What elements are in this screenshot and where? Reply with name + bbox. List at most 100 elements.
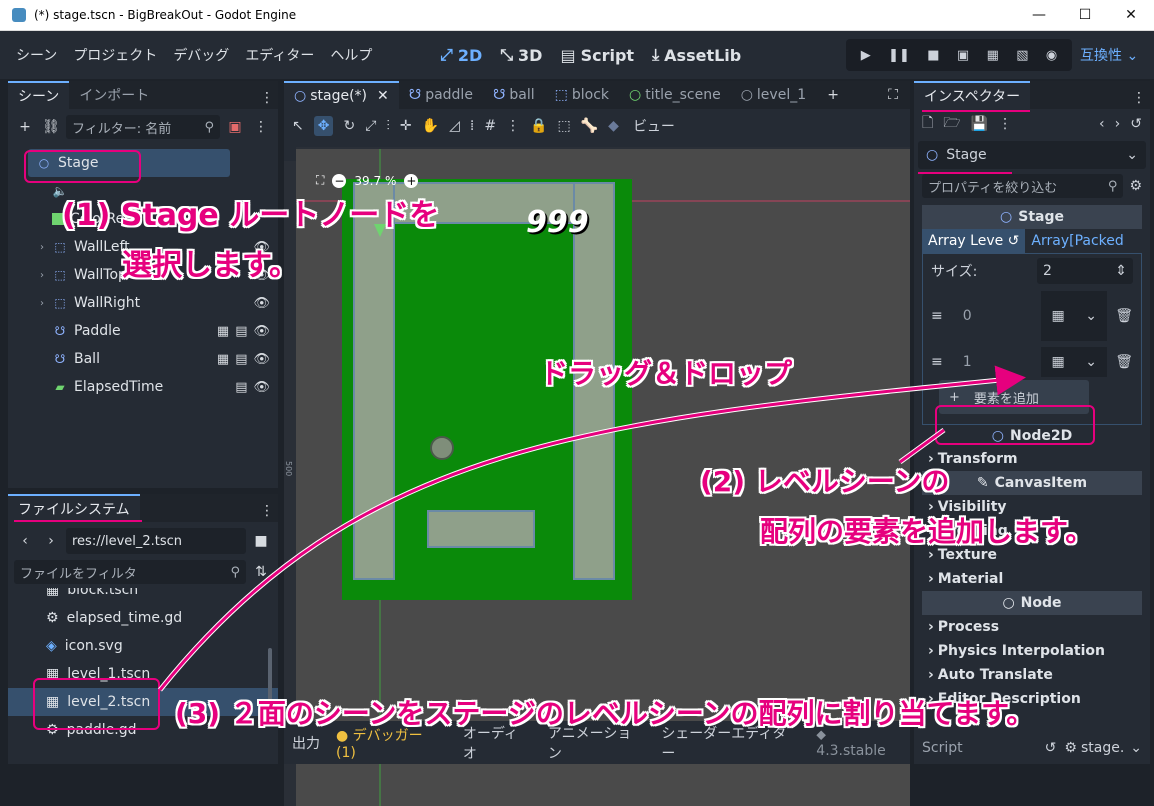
zoom-in-icon[interactable]: +	[404, 173, 419, 188]
scene-filter-input[interactable]: フィルター: 名前 ⚲	[66, 115, 220, 139]
section-canvasitem[interactable]: ✎ CanvasItem	[922, 471, 1142, 495]
scene-instance-icon[interactable]: ▦	[217, 324, 229, 339]
dock-menu-icon[interactable]: ⋮	[256, 87, 278, 109]
tab-title-scene[interactable]: ○ title_scene	[619, 81, 731, 109]
trash-icon[interactable]: 🗑	[1115, 354, 1133, 370]
new-tab-icon[interactable]: +	[822, 84, 844, 106]
stop-icon[interactable]: ■	[927, 48, 939, 63]
chevron-right-icon[interactable]: ›	[34, 298, 50, 309]
zoom-level[interactable]: 39.7 %	[354, 174, 396, 188]
visibility-icon[interactable]: 👁	[253, 296, 270, 311]
visibility-icon[interactable]: 👁	[253, 324, 270, 339]
property-filter-input[interactable]: プロパティを絞り込む ⚲	[922, 174, 1124, 198]
file-item[interactable]: ▦ block.tscn	[8, 588, 278, 604]
subsection-material[interactable]: › Material	[922, 567, 1142, 591]
tab-output[interactable]: 出力	[292, 733, 320, 753]
tree-node-ball[interactable]: ☋ Ball ▦ ▤ 👁	[8, 345, 278, 373]
group-icon[interactable]: ⬚	[557, 118, 570, 134]
script-icon[interactable]: ▤	[235, 352, 247, 367]
forward-icon[interactable]: ›	[40, 530, 62, 552]
move-tool-icon[interactable]: ✥	[313, 116, 334, 136]
grid-snap-icon[interactable]: #	[484, 118, 496, 134]
new-resource-icon[interactable]: 🗋	[922, 112, 933, 136]
visibility-icon[interactable]: 👁	[253, 352, 270, 367]
section-stage[interactable]: ○ Stage	[922, 205, 1142, 229]
smart-snap-icon[interactable]: ⁞	[470, 118, 474, 134]
chevron-down-icon[interactable]: ⌄	[1130, 740, 1142, 756]
menu-project[interactable]: プロジェクト	[65, 45, 165, 65]
filter-options-icon[interactable]: ⚙	[1129, 178, 1142, 194]
open-folder-icon[interactable]: 🗁	[943, 112, 960, 136]
file-filter-input[interactable]: ファイルをフィルタ ⚲	[14, 560, 246, 584]
camera-override-icon[interactable]: ◆	[608, 118, 619, 134]
section-node[interactable]: ○ Node	[922, 591, 1142, 615]
more-icon[interactable]: ⋮	[506, 118, 520, 134]
mode-3d-button[interactable]: ⤡ 3D	[500, 45, 542, 65]
subsection-physics-interpolation[interactable]: › Physics Interpolation	[922, 639, 1142, 663]
sort-icon[interactable]: ⇅	[250, 561, 272, 583]
pause-icon[interactable]: ❚❚	[888, 48, 910, 63]
dock-menu-icon[interactable]: ⋮	[1128, 87, 1150, 109]
minimize-button[interactable]: —	[1016, 0, 1062, 30]
tree-node-elapsedtime[interactable]: ▰ ElapsedTime ▤ 👁	[8, 373, 278, 401]
tree-node-wallright[interactable]: › ⬚ WallRight 👁	[8, 289, 278, 317]
view-menu[interactable]: ビュー	[633, 116, 675, 136]
subsection-auto-translate[interactable]: › Auto Translate	[922, 663, 1142, 687]
script-icon[interactable]: ▤	[235, 324, 247, 339]
rotate-tool-icon[interactable]: ↻	[343, 118, 355, 134]
tab-block[interactable]: ⬚ block	[545, 81, 619, 109]
pivot-tool-icon[interactable]: ✛	[400, 118, 412, 134]
renderer-select[interactable]: 互換性 ⌄	[1080, 45, 1138, 65]
lock-icon[interactable]: 🔒	[530, 118, 547, 134]
inspected-node-selector[interactable]: ○ Stage ⌄	[918, 141, 1146, 169]
chevron-right-icon[interactable]: ›	[34, 242, 50, 253]
path-input[interactable]: res://level_2.tscn	[66, 528, 246, 554]
remote-debug-icon[interactable]: ▣	[957, 48, 969, 63]
script-resource-picker[interactable]: stage.	[1081, 740, 1124, 756]
array-tab-packed[interactable]: Array[Packed	[1025, 229, 1129, 253]
tab-scene[interactable]: シーン	[8, 81, 70, 109]
distraction-free-icon[interactable]: ⛶	[882, 84, 904, 106]
play-custom-scene-icon[interactable]: ▧	[1016, 48, 1028, 63]
script-icon[interactable]: ▤	[235, 380, 247, 395]
menu-editor[interactable]: エディター	[237, 45, 322, 65]
play-icon[interactable]: ▶	[861, 48, 871, 63]
chevron-right-icon[interactable]: ›	[34, 270, 50, 281]
element-resource-picker[interactable]: ▦ ⌄	[1041, 347, 1108, 377]
file-item[interactable]: ◈ icon.svg	[8, 632, 278, 660]
back-icon[interactable]: ‹	[14, 530, 36, 552]
visibility-icon[interactable]: 👁	[253, 380, 270, 395]
drag-handle-icon[interactable]: ≡	[931, 308, 943, 324]
menu-debug[interactable]: デバッグ	[165, 45, 237, 65]
subsection-transform[interactable]: › Transform	[922, 447, 1142, 471]
menu-help[interactable]: ヘルプ	[322, 45, 380, 65]
history-icon[interactable]: ↺	[1130, 116, 1142, 132]
save-icon[interactable]: 💾	[971, 116, 988, 132]
close-icon[interactable]: ✕	[377, 88, 389, 104]
mode-script-button[interactable]: ▤ Script	[560, 46, 634, 65]
tab-inspector[interactable]: インスペクター	[914, 81, 1031, 109]
zoom-out-icon[interactable]: −	[332, 173, 347, 188]
play-scene-icon[interactable]: ▦	[987, 48, 999, 63]
link-icon[interactable]: ⛓	[40, 116, 62, 138]
movie-maker-icon[interactable]: ◉	[1046, 48, 1057, 63]
more-icon[interactable]: ⋮	[998, 116, 1012, 132]
more-icon[interactable]: ⋮	[250, 116, 272, 138]
tab-ball[interactable]: ☋ ball	[483, 81, 545, 109]
add-node-icon[interactable]: +	[14, 116, 36, 138]
tab-import[interactable]: インポート	[69, 81, 159, 109]
trash-icon[interactable]: 🗑	[1115, 308, 1133, 324]
attach-script-icon[interactable]: ▣	[224, 116, 246, 138]
mode-assetlib-button[interactable]: ⤓ AssetLib	[652, 45, 741, 65]
scale-tool-icon[interactable]: ⤢	[365, 118, 376, 134]
center-view-icon[interactable]: ⛶	[316, 173, 324, 188]
ruler-tool-icon[interactable]: ◿	[449, 118, 460, 134]
pan-tool-icon[interactable]: ✋	[422, 118, 439, 134]
menu-scene[interactable]: シーン	[8, 45, 65, 65]
array-tab-levels[interactable]: Array Leve ↺	[922, 229, 1026, 253]
back-icon[interactable]: ‹	[1099, 116, 1105, 132]
tab-filesystem[interactable]: ファイルシステム	[8, 494, 140, 522]
bone-icon[interactable]: 🦴	[581, 118, 598, 134]
tree-node-paddle[interactable]: ☋ Paddle ▦ ▤ 👁	[8, 317, 278, 345]
select-tool-icon[interactable]: ↖	[292, 118, 304, 134]
